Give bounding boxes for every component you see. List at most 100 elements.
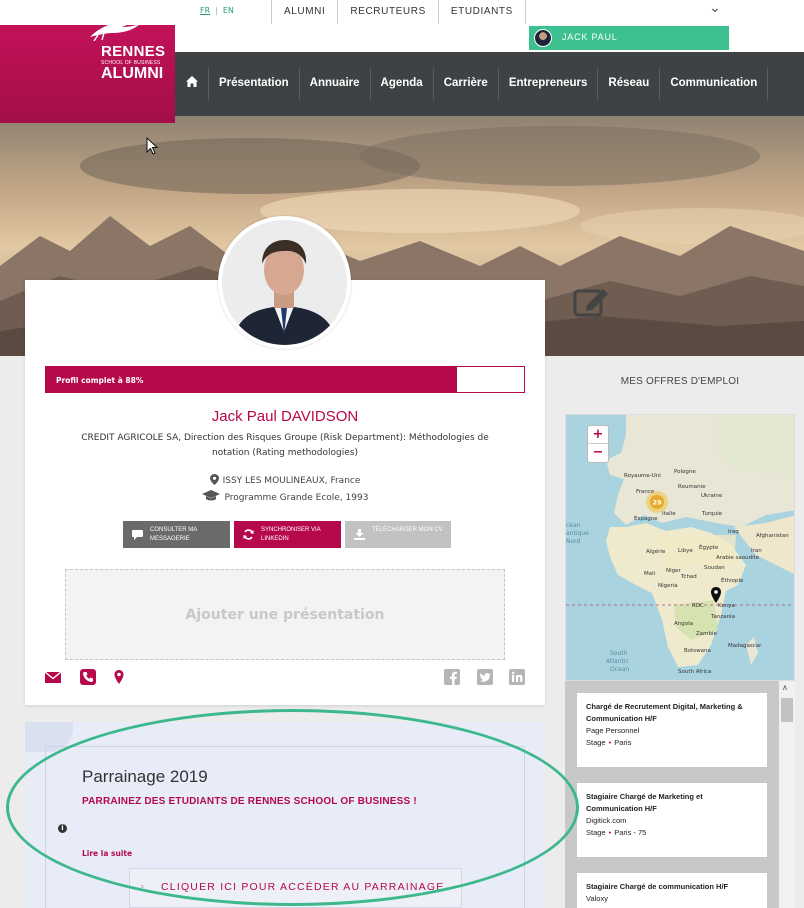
download-cv-button[interactable]: TÉLÉCHARGER MON CV [345, 521, 451, 548]
lang-fr-link[interactable]: FR [200, 6, 210, 15]
svg-text:Soudan: Soudan [704, 565, 725, 571]
svg-text:Afghanistan: Afghanistan [756, 533, 789, 539]
chevron-down-icon[interactable]: ⌄ [709, 0, 721, 16]
svg-text:Éthiopie: Éthiopie [721, 576, 744, 584]
info-icon: i [58, 824, 67, 833]
svg-text:Libye: Libye [678, 548, 693, 554]
logo-line-3: ALUMNI [101, 65, 164, 82]
map-pin-icon [209, 474, 219, 485]
svg-text:Ocean: Ocean [610, 666, 629, 673]
svg-text:Royaume-Uni: Royaume-Uni [624, 473, 661, 479]
linkedin-sync-button[interactable]: SYNCHRONISER VIA LINKEDIN [234, 521, 341, 548]
messagerie-button[interactable]: CONSULTER MA MESSAGERIE [123, 521, 230, 548]
svg-text:Égypte: Égypte [699, 543, 719, 551]
bird-logo-icon [90, 13, 144, 41]
svg-text:Espagne: Espagne [634, 516, 658, 522]
download-cv-button-label: TÉLÉCHARGER MON CV [372, 527, 443, 533]
job-card[interactable]: Chargé de Recrutement Digital, Marketing… [577, 693, 767, 767]
lang-en-link[interactable]: EN [223, 6, 234, 15]
logo-line-1: RENNES [101, 43, 166, 60]
facebook-icon[interactable] [444, 669, 460, 685]
parrainage-subtitle: PARRAINEZ DES ETUDIANTS DE RENNES SCHOOL… [82, 796, 417, 807]
nav-agenda[interactable]: Agenda [371, 68, 434, 100]
zoom-out-button[interactable]: − [588, 444, 608, 462]
messagerie-button-label: CONSULTER MA MESSAGERIE [150, 527, 197, 542]
svg-text:Algérie: Algérie [646, 548, 666, 555]
nav-home[interactable] [178, 68, 209, 100]
parrainage-access-label: CLIQUER ICI POUR ACCÉDER AU PARRAINAGE [161, 881, 445, 893]
job-place: Paris [614, 738, 632, 747]
job-meta: Stage • Paris - 75 [586, 827, 758, 839]
nav-annuaire[interactable]: Annuaire [300, 68, 371, 100]
topnav-etudiants[interactable]: ETUDIANTS [437, 0, 526, 24]
lang-separator: | [215, 6, 218, 15]
svg-text:Ukraine: Ukraine [701, 493, 723, 499]
svg-text:RDC: RDC [692, 603, 704, 609]
job-title: Stagiaire Chargé de communication H/F [586, 882, 729, 891]
svg-text:Iraq: Iraq [728, 529, 739, 535]
separator-dot: • [608, 738, 612, 747]
job-meta: Stage • Paris [586, 737, 758, 749]
phone-icon[interactable] [80, 669, 96, 685]
topnav-recruteurs[interactable]: RECRUTEURS [337, 0, 437, 24]
job-title: Stagiaire Chargé de Marketing et Communi… [586, 792, 703, 813]
sync-icon [243, 529, 254, 540]
scroll-up-icon[interactable]: ∧ [782, 683, 788, 692]
svg-text:Arabie saoudite: Arabie saoudite [716, 555, 760, 561]
topnav-alumni[interactable]: ALUMNI [271, 0, 337, 24]
job-company: Page Personnel [586, 726, 640, 735]
add-presentation-area[interactable]: Ajouter une présentation [65, 569, 505, 660]
mouse-cursor-icon [146, 136, 159, 159]
download-icon [354, 529, 365, 540]
edit-icon[interactable] [573, 283, 611, 319]
parrainage-section: Parrainage 2019 PARRAINEZ DES ETUDIANTS … [25, 722, 545, 908]
svg-text:Iran: Iran [751, 548, 762, 554]
svg-text:Italie: Italie [662, 511, 676, 517]
svg-text:Nigeria: Nigeria [658, 583, 678, 589]
nav-reseau[interactable]: Réseau [598, 68, 661, 100]
email-icon[interactable] [45, 669, 61, 685]
chat-icon [132, 530, 143, 540]
svg-text:céan: céan [566, 522, 581, 529]
nav-communication[interactable]: Communication [660, 68, 769, 100]
nav-presentation[interactable]: Présentation [209, 68, 300, 100]
parrainage-access-button[interactable]: ⌕ CLIQUER ICI POUR ACCÉDER AU PARRAINAGE [129, 868, 462, 908]
job-title: Chargé de Recrutement Digital, Marketing… [586, 702, 743, 723]
site-logo[interactable]: RENNES SCHOOL OF BUSINESS ALUMNI [0, 13, 175, 123]
job-card[interactable]: Stagiaire Chargé de Marketing et Communi… [577, 783, 767, 857]
parrainage-title: Parrainage 2019 [82, 767, 208, 786]
nav-entrepreneurs[interactable]: Entrepreneurs [499, 68, 599, 100]
nav-carriere[interactable]: Carrière [434, 68, 499, 100]
svg-text:Zambie: Zambie [696, 631, 718, 637]
user-menu[interactable]: JACK PAUL [529, 26, 729, 50]
job-list-scrollbar[interactable]: ∧ [779, 681, 795, 908]
profile-name: Jack Paul DAVIDSON [211, 408, 359, 425]
svg-text:Atlantic: Atlantic [606, 658, 629, 665]
svg-text:Kenya: Kenya [718, 603, 735, 609]
top-nav: ALUMNI RECRUTEURS ETUDIANTS [271, 0, 526, 24]
job-offers-heading: MES OFFRES D'EMPLOI [620, 376, 740, 387]
svg-text:Madagascar: Madagascar [728, 643, 762, 649]
profile-location: ISSY LES MOULINEAUX, France [25, 474, 545, 486]
twitter-icon[interactable] [477, 669, 493, 685]
svg-text:Mali: Mali [644, 571, 656, 577]
scrollbar-thumb[interactable] [781, 698, 793, 722]
profile-completion-label: Profil complet à 88% [56, 376, 144, 385]
map-zoom-controls: + − [587, 425, 609, 463]
linkedin-icon[interactable] [509, 669, 525, 685]
svg-text:Botswana: Botswana [684, 648, 711, 654]
user-name: JACK PAUL [562, 32, 618, 42]
svg-text:Turquie: Turquie [701, 511, 723, 517]
svg-text:Tanzania: Tanzania [710, 614, 735, 620]
job-company: Valoxy [586, 894, 608, 903]
svg-text:Niger: Niger [666, 568, 682, 574]
location-icon[interactable] [111, 669, 127, 685]
svg-text:Pologne: Pologne [674, 469, 696, 475]
profile-photo [218, 216, 351, 349]
job-place: Paris - 75 [614, 828, 647, 837]
job-card[interactable]: Stagiaire Chargé de communication H/F Va… [577, 873, 767, 908]
svg-text:Angola: Angola [674, 621, 693, 627]
zoom-in-button[interactable]: + [588, 426, 608, 444]
read-more-link[interactable]: Lire la suite [82, 849, 132, 858]
language-switcher: FR | EN [200, 6, 234, 15]
